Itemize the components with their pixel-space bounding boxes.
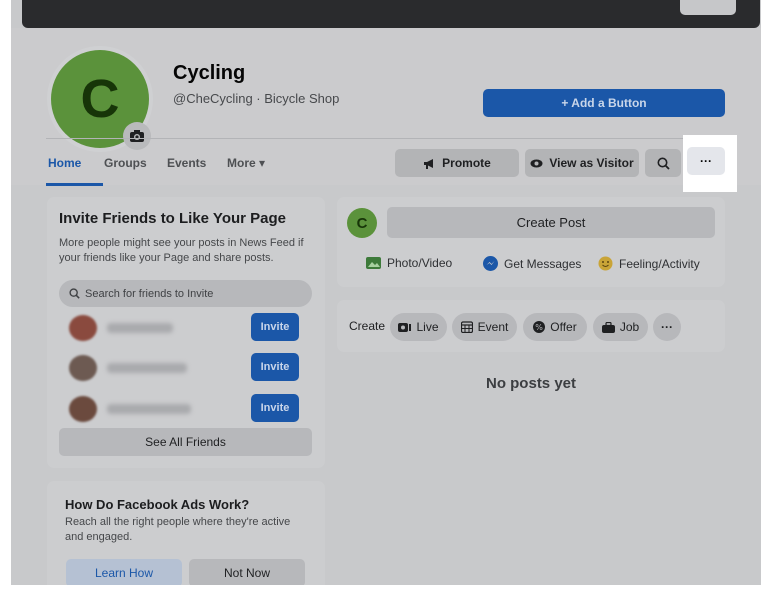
ads-card-title: How Do Facebook Ads Work? — [65, 497, 250, 512]
avatar — [69, 315, 97, 341]
offer-label: Offer — [550, 320, 577, 334]
page-header: C Cycling @CheCycling · Bicycle Shop + A… — [11, 28, 761, 186]
feeling-activity-label: Feeling/Activity — [619, 256, 700, 271]
invite-button[interactable]: Invite — [251, 394, 299, 422]
list-item: Invite — [69, 394, 301, 422]
add-a-button[interactable]: + Add a Button — [483, 89, 725, 117]
live-video-icon — [398, 322, 412, 333]
live-button[interactable]: Live — [390, 313, 447, 341]
not-now-button[interactable]: Not Now — [189, 559, 305, 585]
search-icon — [657, 157, 670, 170]
invite-button[interactable]: Invite — [251, 313, 299, 341]
job-button[interactable]: Job — [593, 313, 648, 341]
invite-card-title: Invite Friends to Like Your Page — [59, 210, 286, 227]
page-title: Cycling — [173, 62, 246, 84]
friend-name-blurred — [107, 363, 187, 373]
active-tab-indicator — [46, 183, 103, 186]
live-label: Live — [416, 320, 439, 334]
search-button[interactable] — [645, 149, 681, 177]
promote-button[interactable]: Promote — [395, 149, 519, 177]
list-item: Invite — [69, 353, 301, 381]
svg-text:%: % — [535, 323, 543, 332]
create-more-button[interactable]: ··· — [653, 313, 681, 341]
friend-search-placeholder: Search for friends to Invite — [85, 287, 214, 300]
cover-photo — [22, 0, 760, 28]
job-label: Job — [619, 320, 640, 334]
view-as-visitor-button[interactable]: View as Visitor — [525, 149, 639, 177]
friend-search-input[interactable]: Search for friends to Invite — [59, 280, 312, 307]
photo-video-button[interactable]: Photo/Video — [366, 256, 452, 270]
invite-card-description: More people might see your posts in News… — [59, 237, 304, 264]
smiley-icon — [598, 256, 613, 271]
get-messages-button[interactable]: Get Messages — [483, 256, 581, 271]
friend-name-blurred — [107, 404, 191, 414]
tab-more[interactable]: More ▾ — [227, 156, 265, 170]
avatar — [69, 355, 97, 381]
tab-groups[interactable]: Groups — [104, 156, 147, 170]
calendar-icon — [460, 321, 473, 333]
briefcase-icon — [601, 321, 615, 333]
create-post-button[interactable]: Create Post — [387, 207, 715, 238]
avatar: C — [347, 208, 377, 238]
get-messages-label: Get Messages — [504, 256, 582, 271]
tab-events[interactable]: Events — [167, 156, 206, 170]
event-button[interactable]: Event — [452, 313, 517, 341]
eye-icon — [530, 159, 543, 168]
view-as-visitor-label: View as Visitor — [549, 156, 634, 170]
see-all-friends-button[interactable]: See All Friends — [59, 428, 312, 456]
invite-button[interactable]: Invite — [251, 353, 299, 381]
more-options-button[interactable]: ··· — [687, 147, 725, 175]
promote-label: Promote — [442, 156, 491, 170]
create-label: Create — [349, 319, 386, 333]
event-label: Event — [477, 320, 509, 334]
offer-button[interactable]: % Offer — [523, 313, 587, 341]
offer-tag-icon: % — [533, 321, 546, 333]
avatar — [69, 396, 97, 422]
ads-card-description: Reach all the right people where they're… — [65, 516, 291, 543]
list-item: Invite — [69, 313, 301, 341]
edit-cover-button[interactable] — [680, 0, 736, 15]
learn-how-button[interactable]: Learn How — [66, 559, 182, 585]
search-icon — [69, 288, 80, 299]
header-divider — [46, 138, 726, 139]
feeling-activity-button[interactable]: Feeling/Activity — [598, 256, 700, 271]
page-frame: C Cycling @CheCycling · Bicycle Shop + A… — [11, 0, 761, 585]
empty-feed-message: No posts yet — [485, 375, 576, 392]
page-subtitle: @CheCycling · Bicycle Shop — [173, 91, 340, 106]
messenger-icon — [483, 256, 498, 271]
photo-video-label: Photo/Video — [387, 256, 453, 270]
camera-icon[interactable] — [123, 122, 151, 150]
tab-home[interactable]: Home — [48, 156, 81, 170]
megaphone-icon — [423, 158, 436, 169]
photo-icon — [366, 256, 381, 270]
friend-name-blurred — [107, 323, 173, 333]
